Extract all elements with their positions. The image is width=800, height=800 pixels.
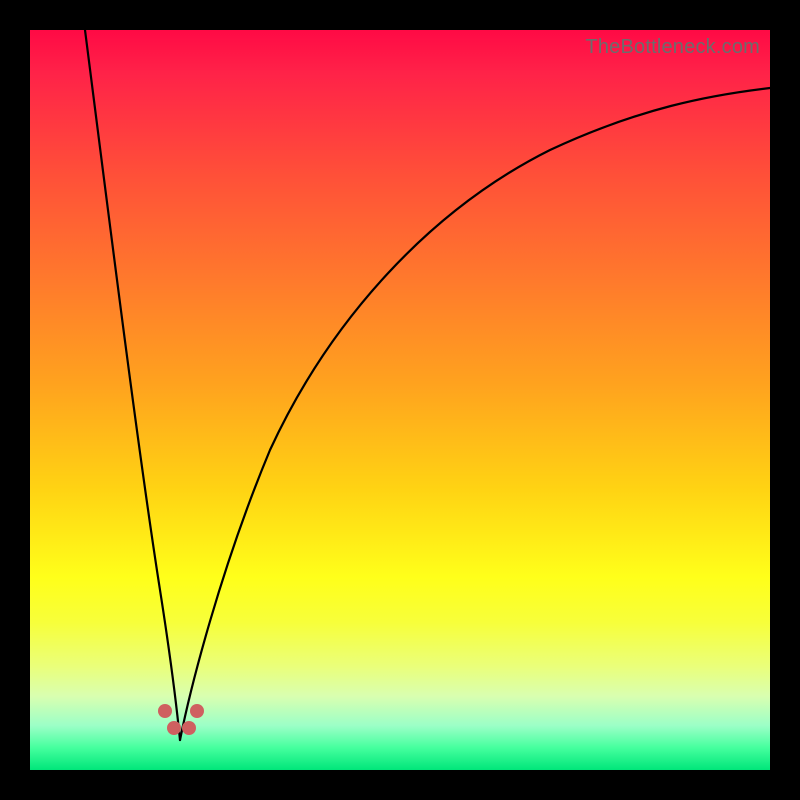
marker-dot — [167, 721, 181, 735]
marker-dot — [190, 704, 204, 718]
marker-dot — [158, 704, 172, 718]
curve-right-branch — [180, 88, 770, 740]
plot-area: TheBottleneck.com — [30, 30, 770, 770]
marker-dot — [182, 721, 196, 735]
chart-frame: TheBottleneck.com — [0, 0, 800, 800]
curve-left-branch — [85, 30, 180, 740]
bottleneck-curve — [30, 30, 770, 770]
